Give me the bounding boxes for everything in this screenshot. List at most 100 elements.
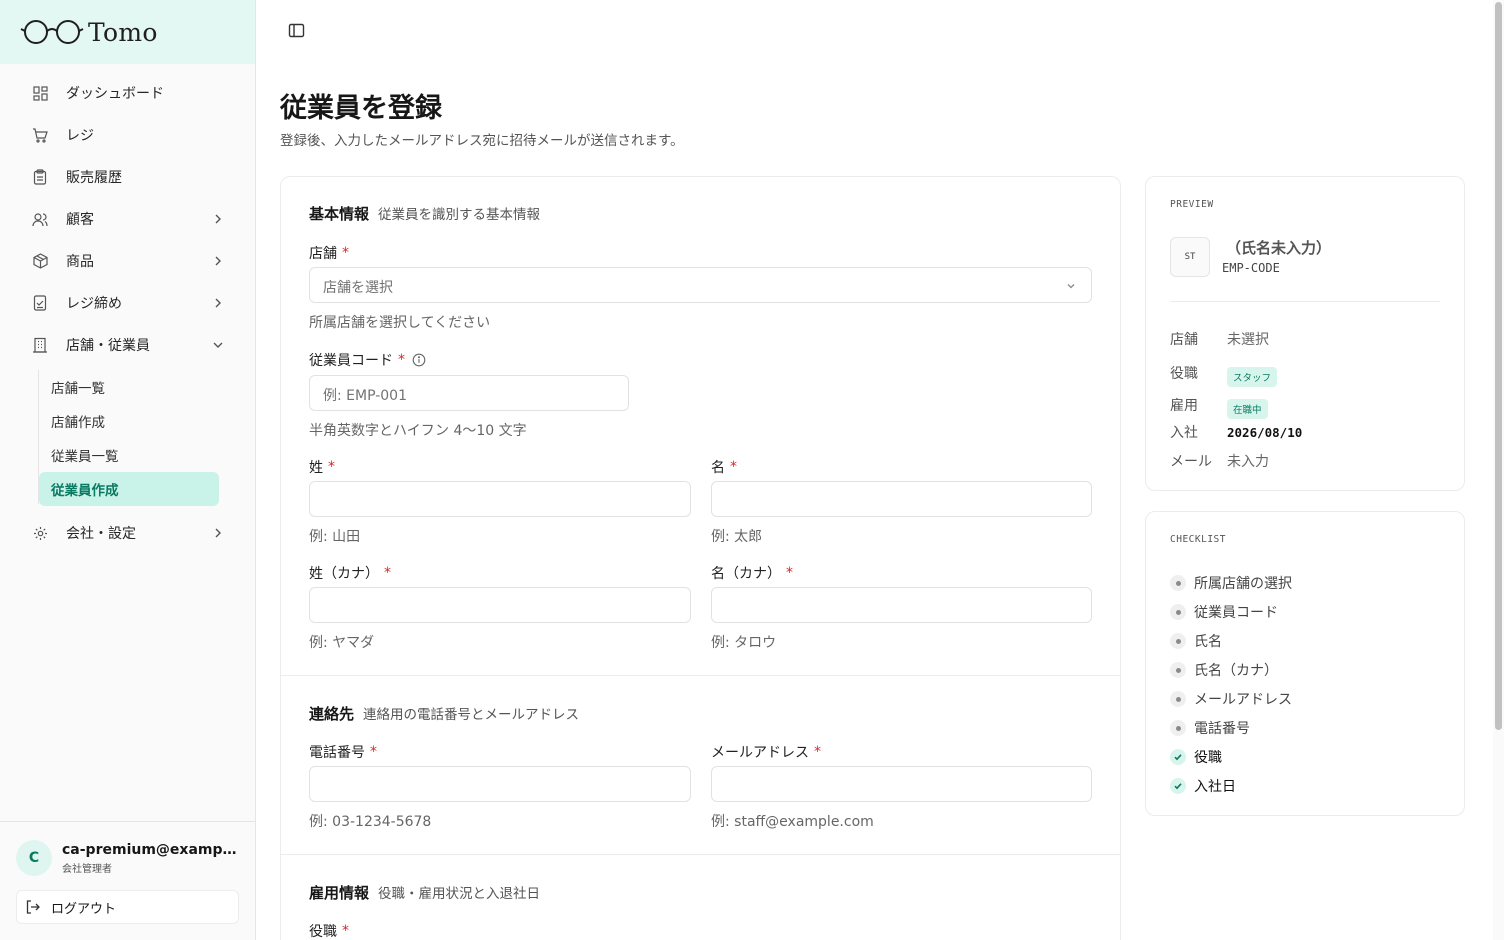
- section-title: 雇用情報: [309, 884, 370, 902]
- employee-code-label: 従業員コード *: [309, 350, 426, 370]
- section-title: 連絡先: [309, 705, 355, 723]
- scrollbar-thumb[interactable]: [1495, 2, 1502, 730]
- sidebar-item-company-settings[interactable]: 会社・設定: [0, 512, 255, 554]
- sidebar-item-label: レジ締め: [66, 296, 122, 312]
- checklist-item-label: 役職: [1194, 750, 1222, 766]
- sidebar-subnav: 店舗一覧 店舗作成 従業員一覧 従業員作成: [0, 370, 255, 506]
- sidebar-nav: ダッシュボード レジ 販売履歴 顧客 商品 レジ締め 店舗・従業員 店舗一覧 店…: [0, 64, 255, 554]
- checklist-panel: CHECKLIST 所属店舗の選択 従業員コード 氏名 氏名（カナ） メールアド…: [1145, 511, 1465, 816]
- email-label-text: メールアドレス: [711, 745, 809, 761]
- sidebar-item-label: 会社・設定: [66, 526, 136, 542]
- checklist-item-label: 入社日: [1194, 779, 1236, 795]
- phone-label: 電話番号 *: [309, 742, 377, 762]
- subnav-item-employee-list[interactable]: 従業員一覧: [39, 438, 219, 472]
- first-name-label-text: 名: [711, 460, 725, 476]
- required-mark: *: [342, 245, 349, 261]
- preview-divider: [1170, 301, 1440, 302]
- page-title: 従業員を登録: [280, 93, 442, 124]
- checklist-item-label: 氏名（カナ）: [1194, 663, 1278, 679]
- section-basic-info: 基本情報 従業員を識別する基本情報: [309, 203, 540, 224]
- first-name-input[interactable]: [711, 481, 1092, 517]
- checklist-item-label: 氏名: [1194, 634, 1222, 650]
- preview-label: PREVIEW: [1170, 199, 1214, 210]
- employee-code-label-text: 従業員コード: [309, 353, 393, 369]
- dashboard-icon: [32, 85, 48, 101]
- preview-key: 役職: [1170, 366, 1198, 382]
- phone-hint: 例: 03-1234-5678: [309, 814, 432, 830]
- sidebar-item-label: 店舗・従業員: [66, 338, 150, 354]
- check-icon: [1170, 749, 1186, 765]
- preview-key: メール: [1170, 454, 1212, 470]
- sidebar-toggle-button[interactable]: [288, 23, 308, 41]
- required-mark: *: [730, 459, 737, 475]
- preview-join-date: 2026/08/10: [1227, 424, 1303, 440]
- page-scrollbar[interactable]: [1493, 0, 1504, 940]
- sidebar-item-dashboard[interactable]: ダッシュボード: [0, 72, 255, 114]
- last-name-kana-input[interactable]: [309, 587, 691, 623]
- phone-input[interactable]: [309, 766, 691, 802]
- last-name-kana-hint: 例: ヤマダ: [309, 635, 375, 651]
- pending-dot-icon: [1170, 575, 1186, 591]
- preview-row-employment: 雇用 在職中: [1170, 391, 1268, 419]
- user-email: ca-premium@example.com: [62, 841, 238, 858]
- checklist-item: メールアドレス: [1170, 689, 1292, 709]
- sidebar-item-closing[interactable]: レジ締め: [0, 282, 255, 324]
- preview-key: 店舗: [1170, 332, 1198, 348]
- sidebar-item-sales-history[interactable]: 販売履歴: [0, 156, 255, 198]
- required-mark: *: [786, 565, 793, 581]
- subnav-item-employee-create[interactable]: 従業員作成: [39, 472, 219, 506]
- required-mark: *: [814, 744, 821, 760]
- last-name-kana-label-text: 姓（カナ）: [309, 566, 379, 582]
- preview-code: EMP-CODE: [1222, 261, 1280, 275]
- sidebar-item-products[interactable]: 商品: [0, 240, 255, 282]
- sidebar-item-register[interactable]: レジ: [0, 114, 255, 156]
- email-input[interactable]: [711, 766, 1092, 802]
- preview-value: 未選択: [1227, 332, 1269, 348]
- preview-name: （氏名未入力）: [1226, 239, 1332, 257]
- first-name-kana-hint: 例: タロウ: [711, 635, 777, 651]
- sidebar-item-label: 商品: [66, 254, 94, 270]
- employee-code-hint: 半角英数字とハイフン 4〜10 文字: [309, 423, 527, 439]
- checklist-item: 役職: [1170, 747, 1222, 767]
- last-name-input[interactable]: [309, 481, 691, 517]
- check-icon: [1170, 778, 1186, 794]
- users-icon: [32, 211, 48, 227]
- logout-icon: [26, 900, 40, 914]
- last-name-label-text: 姓: [309, 460, 323, 476]
- pending-dot-icon: [1170, 633, 1186, 649]
- sidebar-item-stores-staff[interactable]: 店舗・従業員: [0, 324, 255, 366]
- first-name-hint: 例: 太郎: [711, 529, 763, 545]
- checklist-item-label: メールアドレス: [1194, 692, 1292, 708]
- first-name-kana-input[interactable]: [711, 587, 1092, 623]
- preview-avatar: ST: [1170, 237, 1210, 277]
- email-hint: 例: staff@example.com: [711, 814, 874, 830]
- required-mark: *: [328, 459, 335, 475]
- user-info[interactable]: C ca-premium@example.com 会社管理者: [16, 838, 239, 878]
- role-label-text: 役職: [309, 924, 337, 940]
- last-name-kana-label: 姓（カナ） *: [309, 563, 391, 583]
- logout-button[interactable]: ログアウト: [16, 890, 239, 924]
- store-select[interactable]: 店舗を選択: [309, 267, 1092, 303]
- preview-row-joined: 入社 2026/08/10: [1170, 422, 1302, 442]
- building-icon: [32, 337, 48, 353]
- checklist-item-label: 所属店舗の選択: [1194, 576, 1292, 592]
- chevron-right-icon: [215, 256, 221, 266]
- first-name-kana-label-text: 名（カナ）: [711, 566, 781, 582]
- subnav-item-store-create[interactable]: 店舗作成: [39, 404, 219, 438]
- section-contact: 連絡先 連絡用の電話番号とメールアドレス: [309, 703, 579, 724]
- section-employment: 雇用情報 役職・雇用状況と入退社日: [309, 882, 540, 903]
- employee-code-input[interactable]: 例: EMP-001: [309, 375, 629, 411]
- preview-row-role: 役職 スタッフ: [1170, 359, 1278, 387]
- email-label: メールアドレス *: [711, 742, 821, 762]
- sidebar-item-customers[interactable]: 顧客: [0, 198, 255, 240]
- employee-code-placeholder: 例: EMP-001: [323, 388, 407, 404]
- last-name-label: 姓 *: [309, 457, 335, 477]
- info-icon[interactable]: [412, 353, 426, 367]
- page-subtitle: 登録後、入力したメールアドレス宛に招待メールが送信されます。: [280, 133, 684, 149]
- brand-header: Tomo: [0, 0, 255, 64]
- subnav-item-store-list[interactable]: 店舗一覧: [39, 370, 219, 404]
- sidebar-item-label: ダッシュボード: [66, 86, 164, 102]
- panel-left-icon: [288, 23, 305, 38]
- employee-form: 基本情報 従業員を識別する基本情報 店舗 * 店舗を選択 所属店舗を選択してくださ…: [280, 176, 1121, 940]
- required-mark: *: [384, 565, 391, 581]
